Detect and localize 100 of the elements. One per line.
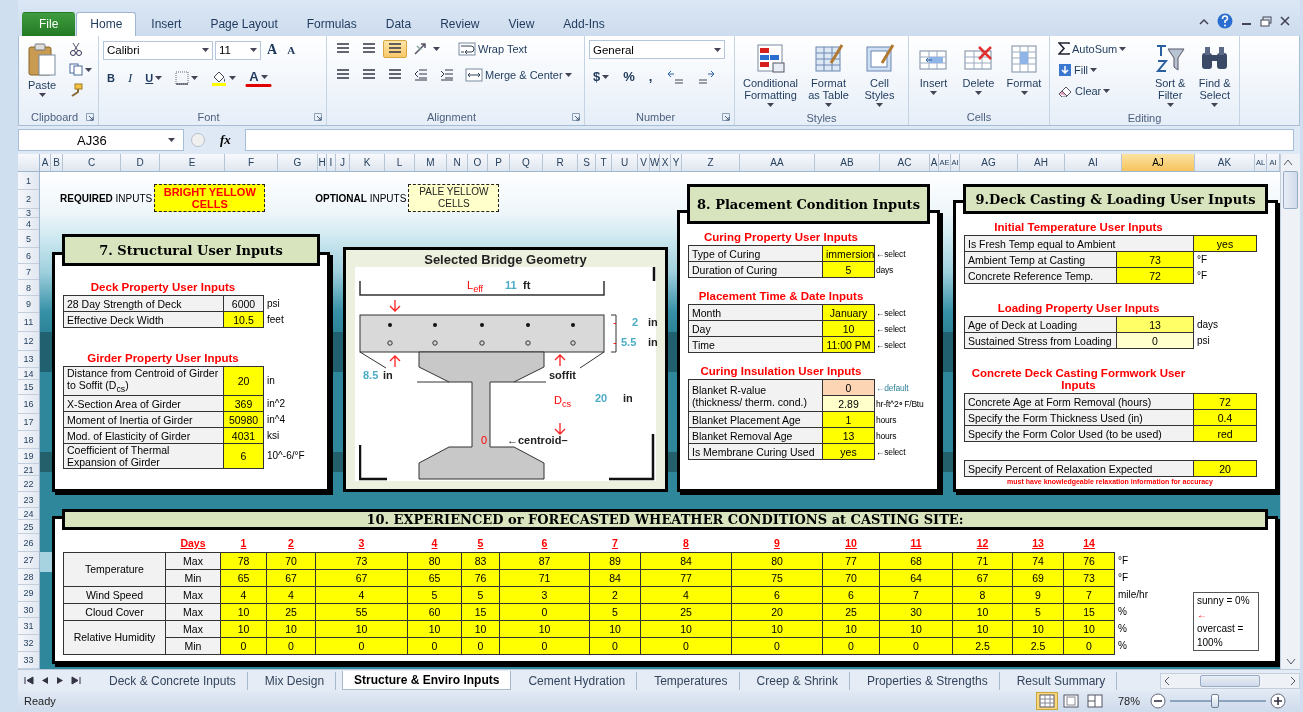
- column-header[interactable]: D: [121, 154, 160, 171]
- wrap-text-button[interactable]: Wrap Text: [454, 40, 532, 58]
- row-header[interactable]: 19: [18, 449, 39, 464]
- sheet-tab[interactable]: Properties & Strengths: [855, 671, 1000, 690]
- input-cell[interactable]: 84: [640, 552, 732, 569]
- find-select-button[interactable]: Find & Select: [1194, 40, 1235, 110]
- shrink-font-button[interactable]: A: [283, 42, 300, 58]
- underline-button[interactable]: U: [141, 70, 167, 86]
- fill-button[interactable]: Fill: [1054, 61, 1146, 79]
- input-cell[interactable]: 83: [461, 552, 500, 569]
- row-header[interactable]: 12: [18, 332, 39, 351]
- row-header[interactable]: 22: [18, 476, 39, 492]
- input-cell[interactable]: 74: [1012, 552, 1064, 569]
- column-header[interactable]: AB: [815, 154, 880, 171]
- sort-filter-button[interactable]: Sort & Filter: [1149, 40, 1191, 110]
- column-header[interactable]: AH: [1018, 154, 1065, 171]
- row-header[interactable]: 7: [18, 264, 39, 280]
- column-header[interactable]: I: [327, 154, 336, 171]
- clear-button[interactable]: Clear: [1054, 83, 1146, 99]
- last-sheet-icon[interactable]: [71, 676, 81, 685]
- formula-bar-field[interactable]: [244, 129, 1294, 151]
- zoom-slider-thumb[interactable]: [1211, 694, 1220, 708]
- input-cell[interactable]: 13: [1116, 316, 1194, 333]
- name-box[interactable]: AJ36: [18, 129, 184, 151]
- delete-cells-button[interactable]: Delete: [958, 40, 999, 109]
- input-cell[interactable]: 80: [731, 552, 823, 569]
- row-header[interactable]: 17: [18, 414, 39, 431]
- dialog-launcher-icon[interactable]: [314, 113, 322, 121]
- dialog-launcher-icon[interactable]: [86, 113, 94, 121]
- row-header[interactable]: 16: [18, 395, 39, 414]
- row-header[interactable]: 6: [18, 248, 39, 264]
- ribbon-tab[interactable]: Review: [426, 12, 494, 36]
- input-cell[interactable]: 0: [822, 379, 875, 396]
- input-cell[interactable]: 89: [589, 552, 641, 569]
- input-cell[interactable]: 6000: [223, 295, 264, 312]
- row-header[interactable]: 8: [18, 280, 39, 296]
- format-cells-button[interactable]: Format: [1003, 40, 1045, 109]
- first-sheet-icon[interactable]: [24, 676, 34, 685]
- align-button[interactable]: [383, 40, 407, 58]
- column-header[interactable]: A: [40, 154, 51, 171]
- ribbon-tab[interactable]: Formulas: [292, 12, 371, 36]
- dialog-launcher-icon[interactable]: [722, 113, 730, 121]
- row-header[interactable]: 27: [18, 552, 39, 569]
- column-header[interactable]: W: [650, 154, 660, 171]
- scroll-down-icon[interactable]: [1285, 657, 1296, 666]
- next-sheet-icon[interactable]: [56, 676, 64, 685]
- row-header[interactable]: 15: [18, 380, 39, 395]
- column-header[interactable]: M: [415, 154, 447, 171]
- input-cell[interactable]: 71: [952, 552, 1013, 569]
- column-header[interactable]: G: [278, 154, 318, 171]
- row-header[interactable]: 11: [18, 313, 39, 332]
- row-header[interactable]: 3: [18, 209, 39, 218]
- grow-font-button[interactable]: A: [263, 40, 282, 60]
- column-header[interactable]: N: [447, 154, 468, 171]
- column-header[interactable]: AC: [880, 154, 930, 171]
- scroll-right-icon[interactable]: [1289, 675, 1297, 686]
- cell-styles-button[interactable]: Cell Styles: [855, 40, 904, 110]
- scrollbar-thumb[interactable]: [1283, 171, 1298, 209]
- insert-cells-button[interactable]: Insert: [913, 40, 954, 109]
- input-cell[interactable]: 72: [1193, 393, 1257, 410]
- input-cell[interactable]: 20: [223, 366, 264, 396]
- file-tab[interactable]: File: [22, 12, 76, 36]
- row-header[interactable]: 14: [18, 368, 39, 380]
- input-cell[interactable]: 77: [822, 552, 880, 569]
- ribbon-tab[interactable]: Data: [371, 12, 426, 36]
- input-cell[interactable]: 76: [1063, 552, 1115, 569]
- currency-button[interactable]: $: [589, 67, 614, 86]
- column-header[interactable]: E: [160, 154, 225, 171]
- previous-sheet-icon[interactable]: [41, 676, 49, 685]
- ribbon-tab[interactable]: Insert: [137, 12, 196, 36]
- column-header[interactable]: X: [660, 154, 671, 171]
- input-cell[interactable]: 78: [220, 552, 267, 569]
- input-cell[interactable]: 87: [499, 552, 590, 569]
- ribbon-tab[interactable]: View: [494, 12, 549, 36]
- input-cell[interactable]: January: [822, 304, 875, 321]
- input-cell[interactable]: immersion: [822, 245, 875, 262]
- sheet-tab[interactable]: Creep & Shrink: [745, 671, 850, 690]
- percent-button[interactable]: %: [619, 67, 639, 86]
- dialog-launcher-icon[interactable]: [572, 113, 580, 121]
- column-header[interactable]: V: [638, 154, 650, 171]
- conditional-formatting-button[interactable]: Conditional Formatting: [739, 40, 803, 110]
- column-header[interactable]: F: [225, 154, 278, 171]
- column-header[interactable]: J: [336, 154, 350, 171]
- input-cell[interactable]: 68: [879, 552, 953, 569]
- italic-button[interactable]: I: [123, 68, 137, 88]
- font-color-button[interactable]: A: [245, 69, 272, 87]
- column-header[interactable]: Q: [510, 154, 543, 171]
- scrollbar-thumb[interactable]: [1200, 674, 1260, 687]
- column-header[interactable]: P: [488, 154, 510, 171]
- input-cell[interactable]: 80: [407, 552, 462, 569]
- row-header[interactable]: 29: [18, 585, 39, 602]
- input-cell[interactable]: 70: [266, 552, 316, 569]
- sheet-tab[interactable]: Result Summary: [1005, 671, 1118, 690]
- column-header[interactable]: L: [385, 154, 415, 171]
- column-header[interactable]: AG: [960, 154, 1018, 171]
- row-header[interactable]: 31: [18, 618, 39, 635]
- zoom-out-button[interactable]: [1150, 693, 1166, 709]
- bold-button[interactable]: B: [103, 70, 119, 86]
- ribbon-tab[interactable]: Home: [76, 12, 137, 36]
- row-header[interactable]: 24: [18, 508, 39, 520]
